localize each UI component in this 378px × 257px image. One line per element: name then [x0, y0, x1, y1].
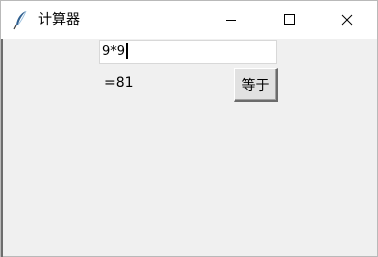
app-window: 计算器 9*9 =81 等于 — [0, 0, 378, 257]
minimize-icon — [226, 20, 236, 21]
window-title: 计算器 — [38, 12, 80, 28]
maximize-button[interactable] — [266, 1, 312, 39]
minimize-button[interactable] — [208, 1, 254, 39]
close-icon — [341, 14, 353, 26]
title-bar[interactable]: 计算器 — [1, 1, 377, 39]
maximize-icon — [284, 14, 295, 25]
text-caret — [126, 42, 129, 59]
feather-icon — [13, 10, 29, 30]
equals-button[interactable]: 等于 — [234, 68, 278, 102]
close-button[interactable] — [324, 1, 370, 39]
expression-input[interactable]: 9*9 — [99, 40, 277, 64]
result-label: =81 — [104, 75, 134, 91]
window-left-edge — [1, 39, 3, 257]
expression-text: 9*9 — [102, 44, 126, 59]
